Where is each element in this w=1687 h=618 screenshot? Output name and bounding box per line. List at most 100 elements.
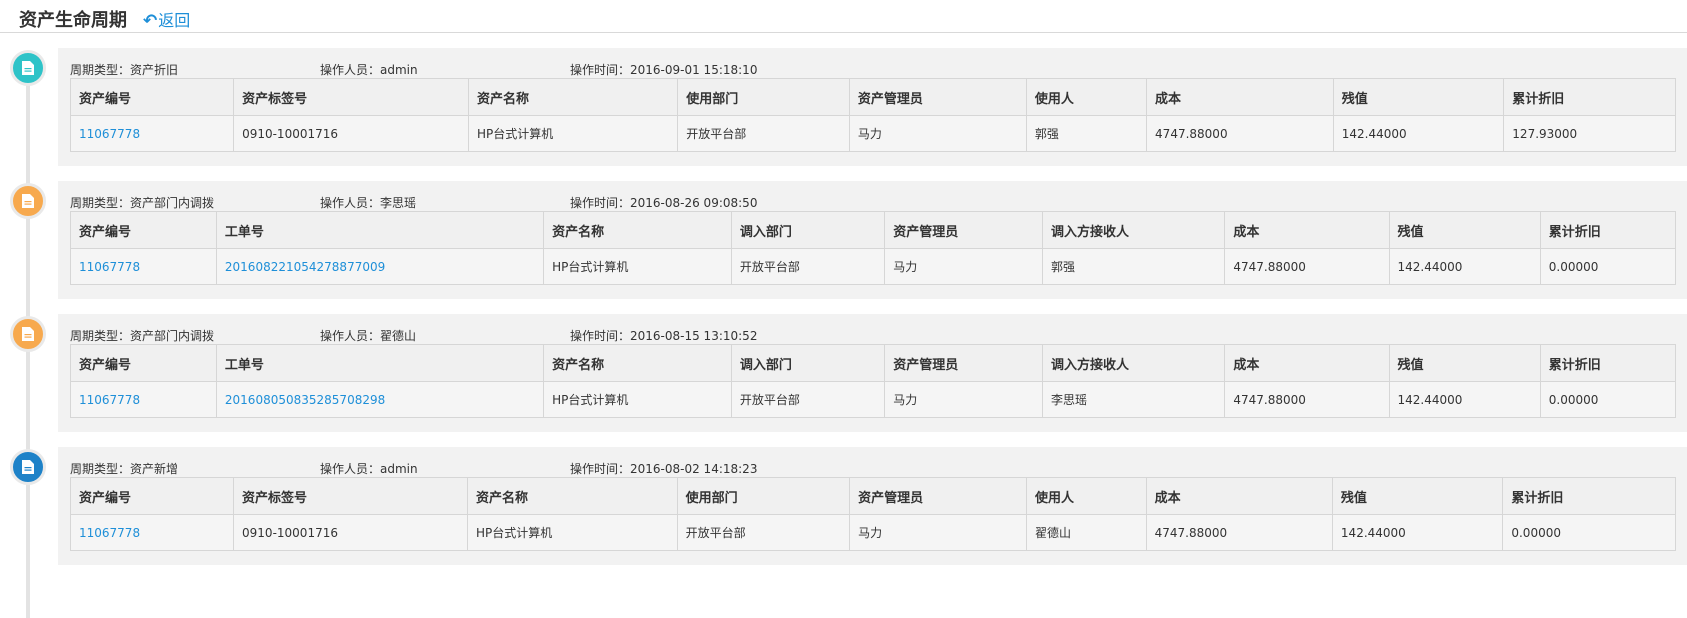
table-cell: 127.93000 <box>1503 115 1676 152</box>
table-cell: 0.00000 <box>1502 514 1676 551</box>
table-cell: 0910-10001716 <box>233 115 470 152</box>
asset-table: 资产编号 工单号 资产名称 调入部门 资产管理员 调入方接收人 成本 残值 累计折旧 110677… <box>70 344 1677 418</box>
column-header: 累计折旧 <box>1502 477 1676 515</box>
table-cell: 马力 <box>884 248 1043 285</box>
table-cell: 郭强 <box>1025 115 1148 152</box>
table-cell: 马力 <box>884 381 1043 418</box>
operator-label: 操作人员：admin <box>320 462 418 476</box>
lifecycle-panel: 周期类型：资产折旧 操作人员：admin 操作时间：2016-09-01 15:18… <box>58 48 1687 166</box>
page-header: 资产生命周期 ↶ 返回 <box>0 0 1687 33</box>
document-icon <box>22 460 34 474</box>
table-cell: 开放平台部 <box>730 248 886 285</box>
table-header-row: 资产编号 资产标签号 资产名称 使用部门 资产管理员 使用人 成本 残值 累计折旧 <box>69 78 1676 116</box>
lifecycle-panel: 周期类型：资产部门内调拨 操作人员：李思瑶 操作时间：2016-08-26 09:0… <box>58 181 1687 299</box>
lifecycle-panel: 周期类型：资产新增 操作人员：admin 操作时间：2016-08-02 14:18… <box>58 447 1687 565</box>
asset-number-link[interactable]: 11067778 <box>70 381 217 418</box>
timeline-marker <box>10 50 46 86</box>
column-header: 资产标签号 <box>233 78 470 116</box>
table-cell: 马力 <box>848 115 1027 152</box>
page-title: 资产生命周期 <box>19 10 127 31</box>
column-header: 资产管理员 <box>849 477 1027 515</box>
column-header: 资产编号 <box>69 78 235 116</box>
column-header: 资产编号 <box>70 211 217 249</box>
table-cell: 4747.88000 <box>1145 514 1333 551</box>
asset-table: 资产编号 工单号 资产名称 调入部门 资产管理员 调入方接收人 成本 残值 累计折旧 110677… <box>70 211 1677 285</box>
lifecycle-meta: 周期类型：资产新增 操作人员：admin 操作时间：2016-08-02 14:18… <box>70 460 970 476</box>
cycle-type-label: 周期类型：资产新增 <box>70 462 179 476</box>
table-cell: 4747.88000 <box>1146 115 1334 152</box>
table-cell: 0.00000 <box>1539 248 1677 285</box>
operation-time-label: 操作时间：2016-08-26 09:08:50 <box>570 196 758 210</box>
cycle-type-label: 周期类型：资产折旧 <box>70 63 179 77</box>
column-header: 残值 <box>1388 211 1541 249</box>
table-header-row: 资产编号 工单号 资产名称 调入部门 资产管理员 调入方接收人 成本 残值 累计折旧 <box>70 211 1677 249</box>
timeline-marker <box>10 183 46 219</box>
table-cell: 郭强 <box>1041 248 1226 285</box>
asset-number-link[interactable]: 11067778 <box>70 248 217 285</box>
document-icon <box>22 327 34 341</box>
table-cell: 142.44000 <box>1332 115 1505 152</box>
column-header: 资产名称 <box>543 344 732 382</box>
asset-number-link[interactable]: 11067778 <box>69 115 235 152</box>
column-header: 资产名称 <box>468 78 679 116</box>
table-cell: 李思瑶 <box>1041 381 1226 418</box>
back-label: 返回 <box>158 11 191 30</box>
column-header: 使用人 <box>1025 477 1147 515</box>
work-order-link[interactable]: 201608221054278877009 <box>215 248 545 285</box>
table-row: 11067778 0910-10001716 HP台式计算机 开放平台部 马力 翟德山 47… <box>69 514 1676 551</box>
column-header: 调入方接收人 <box>1041 344 1226 382</box>
lifecycle-meta: 周期类型：资产部门内调拨 操作人员：翟德山 操作时间：2016-08-15 13:1… <box>70 327 970 343</box>
table-row: 11067778 201608050835285708298 HP台式计算机 开放平台… <box>70 381 1677 418</box>
column-header: 累计折旧 <box>1503 78 1676 116</box>
column-header: 残值 <box>1331 477 1504 515</box>
column-header: 成本 <box>1145 477 1333 515</box>
work-order-link[interactable]: 201608050835285708298 <box>215 381 545 418</box>
column-header: 残值 <box>1332 78 1505 116</box>
operator-label: 操作人员：admin <box>320 63 418 77</box>
asset-number-link[interactable]: 11067778 <box>69 514 235 551</box>
operation-time-label: 操作时间：2016-09-01 15:18:10 <box>570 63 758 77</box>
column-header: 成本 <box>1146 78 1334 116</box>
lifecycle-panel: 周期类型：资产部门内调拨 操作人员：翟德山 操作时间：2016-08-15 13:1… <box>58 314 1687 432</box>
table-cell: 142.44000 <box>1331 514 1504 551</box>
table-cell: 142.44000 <box>1388 248 1541 285</box>
table-cell: HP台式计算机 <box>543 248 732 285</box>
column-header: 成本 <box>1224 211 1390 249</box>
column-header: 资产管理员 <box>884 344 1043 382</box>
table-cell: 开放平台部 <box>730 381 886 418</box>
column-header: 资产名称 <box>467 477 678 515</box>
column-header: 成本 <box>1224 344 1390 382</box>
column-header: 资产名称 <box>543 211 732 249</box>
table-cell: 0.00000 <box>1539 381 1677 418</box>
column-header: 资产管理员 <box>884 211 1043 249</box>
table-cell: HP台式计算机 <box>467 514 678 551</box>
table-cell: 开放平台部 <box>677 115 850 152</box>
column-header: 调入方接收人 <box>1041 211 1226 249</box>
lifecycle-meta: 周期类型：资产折旧 操作人员：admin 操作时间：2016-09-01 15:18… <box>70 61 970 77</box>
column-header: 资产编号 <box>70 344 217 382</box>
table-header-row: 资产编号 工单号 资产名称 调入部门 资产管理员 调入方接收人 成本 残值 累计折旧 <box>70 344 1677 382</box>
column-header: 使用部门 <box>676 477 851 515</box>
column-header: 累计折旧 <box>1539 344 1677 382</box>
column-header: 使用人 <box>1025 78 1148 116</box>
column-header: 资产管理员 <box>848 78 1027 116</box>
operation-time-label: 操作时间：2016-08-02 14:18:23 <box>570 462 758 476</box>
back-button[interactable]: ↶ 返回 <box>143 9 190 33</box>
table-cell: 翟德山 <box>1025 514 1147 551</box>
table-row: 11067778 201608221054278877009 HP台式计算机 开放平台… <box>70 248 1677 285</box>
timeline-marker <box>10 316 46 352</box>
column-header: 累计折旧 <box>1539 211 1677 249</box>
operator-label: 操作人员：李思瑶 <box>320 196 417 210</box>
asset-table: 资产编号 资产标签号 资产名称 使用部门 资产管理员 使用人 成本 残值 累计折旧 1106777… <box>69 78 1676 152</box>
table-cell: HP台式计算机 <box>543 381 732 418</box>
asset-table: 资产编号 资产标签号 资产名称 使用部门 资产管理员 使用人 成本 残值 累计折旧 1106777… <box>69 477 1676 551</box>
column-header: 工单号 <box>215 344 545 382</box>
table-cell: 4747.88000 <box>1224 248 1390 285</box>
column-header: 资产编号 <box>69 477 235 515</box>
column-header: 资产标签号 <box>233 477 468 515</box>
cycle-type-label: 周期类型：资产部门内调拨 <box>70 329 215 343</box>
table-header-row: 资产编号 资产标签号 资产名称 使用部门 资产管理员 使用人 成本 残值 累计折旧 <box>69 477 1676 515</box>
back-arrow-icon: ↶ <box>143 11 158 31</box>
table-cell: 开放平台部 <box>676 514 851 551</box>
column-header: 使用部门 <box>677 78 850 116</box>
